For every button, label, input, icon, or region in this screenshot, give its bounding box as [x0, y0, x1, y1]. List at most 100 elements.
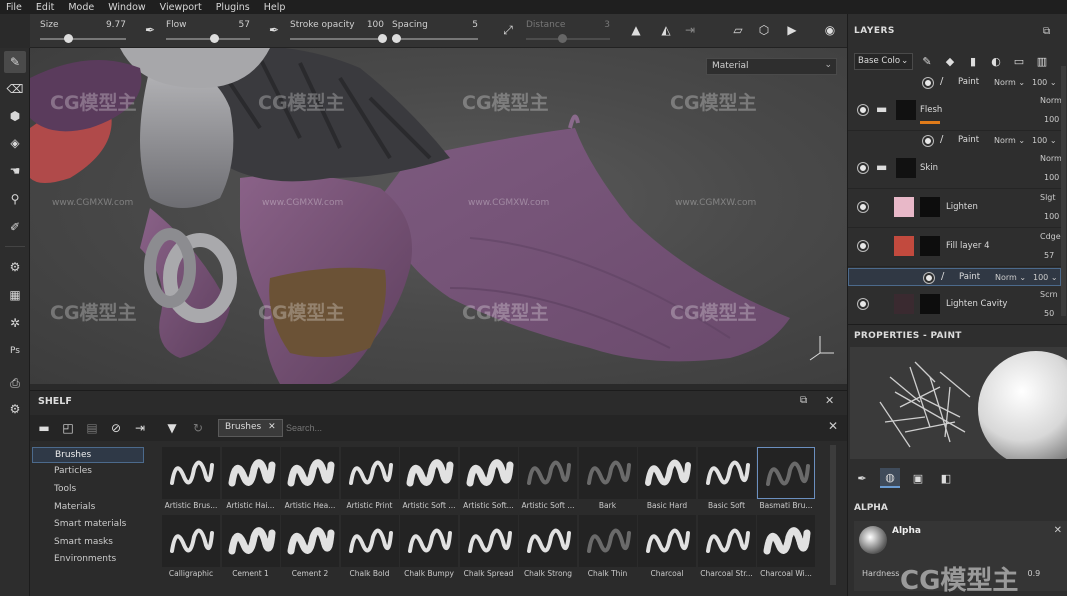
visibility-eye-icon[interactable]	[923, 136, 933, 146]
menu-file[interactable]: File	[6, 2, 22, 13]
stroke-opacity-track[interactable]	[290, 38, 384, 40]
channel-select[interactable]: Base Colo⌄	[854, 53, 913, 70]
cube-view-icon[interactable]: ⬡	[756, 22, 772, 38]
category-materials[interactable]: Materials	[54, 502, 95, 512]
flow-slider[interactable]: Flow 57	[166, 18, 250, 44]
menu-plugins[interactable]: Plugins	[216, 2, 250, 13]
layer-name[interactable]: Fill layer 4	[946, 241, 990, 251]
size-value[interactable]: 9.77	[106, 20, 126, 30]
brush-item[interactable]: Chalk Spread	[459, 515, 518, 578]
brush-item[interactable]: Charcoal Str...	[697, 515, 756, 578]
spacing-track[interactable]	[392, 38, 478, 40]
brush-item[interactable]: Cement 1	[221, 515, 280, 578]
layer-name[interactable]: Flesh	[920, 105, 942, 115]
new-item-icon[interactable]: ◰	[60, 420, 76, 436]
category-environments[interactable]: Environments	[54, 554, 116, 564]
stencil-tab-icon[interactable]: ▣	[908, 468, 928, 488]
visibility-eye-icon[interactable]	[858, 163, 868, 173]
projection-icon[interactable]: ⬢	[4, 105, 26, 127]
undock-icon[interactable]: ⧉	[1043, 26, 1050, 37]
brush-item[interactable]: Chalk Thin	[578, 515, 637, 578]
layer-name[interactable]: Lighten	[946, 202, 978, 212]
layer-name[interactable]: Lighten Cavity	[946, 299, 1007, 309]
pen-pressure-icon[interactable]: ✒	[142, 22, 158, 38]
stroke-opacity-value[interactable]: 100	[367, 20, 384, 30]
clone-stamp-icon[interactable]: ⚲	[4, 188, 26, 210]
brush-item[interactable]: Chalk Bumpy	[400, 515, 458, 578]
layer-row[interactable]: ▬ Skin Norm 100	[848, 151, 1062, 189]
visibility-eye-icon[interactable]	[858, 241, 868, 251]
paint-brush-icon[interactable]: ✎	[4, 51, 26, 73]
texture-set-icon[interactable]: ▦	[4, 284, 26, 306]
brush-item[interactable]: Basic Hard	[638, 447, 696, 510]
add-mask-icon[interactable]: ◐	[989, 54, 1003, 68]
add-fill-layer-icon[interactable]: ▮	[966, 54, 980, 68]
brush-item[interactable]: Bark	[578, 447, 637, 510]
distance-value[interactable]: 3	[604, 20, 610, 30]
layer-row[interactable]: ▬ Flesh Norm 100	[848, 93, 1062, 131]
clear-search-icon[interactable]: ✕	[828, 419, 838, 433]
brush-item[interactable]: Basic Soft	[697, 447, 756, 510]
layer-opacity[interactable]: 100	[1044, 173, 1059, 182]
color-picker-icon[interactable]: ✐	[4, 216, 26, 238]
brush-item[interactable]: Artistic Hai...	[221, 447, 280, 510]
bake-icon[interactable]: ✲	[4, 312, 26, 334]
layer-blend-mode[interactable]: Scrn	[1040, 290, 1058, 299]
size-track[interactable]	[40, 38, 126, 40]
brush-mask-icon[interactable]: ✎	[920, 54, 934, 68]
distance-knob[interactable]	[558, 34, 567, 43]
add-effect-icon[interactable]: ◆	[943, 54, 957, 68]
category-smart-masks[interactable]: Smart masks	[54, 537, 113, 547]
layer-blend-mode[interactable]: Norm	[1040, 96, 1062, 105]
layer-row[interactable]: Lighten Cavity Scrn 50	[848, 287, 1061, 325]
layer-opacity[interactable]: 100 ⌄	[1033, 273, 1058, 282]
brush-item[interactable]: Chalk Strong	[519, 515, 577, 578]
layer-opacity[interactable]: 100	[1044, 212, 1059, 221]
visibility-eye-icon[interactable]	[858, 299, 868, 309]
brush-item[interactable]: Cement 2	[281, 515, 339, 578]
size-knob[interactable]	[64, 34, 73, 43]
flow-knob[interactable]	[210, 34, 219, 43]
layer-blend-mode[interactable]: Norm ⌄	[994, 78, 1025, 87]
photoshop-export-icon[interactable]: Ps	[4, 340, 26, 362]
menu-edit[interactable]: Edit	[36, 2, 54, 13]
menu-mode[interactable]: Mode	[68, 2, 94, 13]
add-folder-icon[interactable]: ▭	[1012, 54, 1026, 68]
layers-scrollbar[interactable]	[1061, 66, 1066, 316]
shelf-scrollbar[interactable]	[830, 445, 836, 585]
layer-opacity[interactable]: 100	[1044, 115, 1059, 124]
lazy-mouse-icon[interactable]: ⤢	[500, 22, 516, 38]
brush-item[interactable]: Artistic Brus...	[162, 447, 220, 510]
display-settings-icon[interactable]: ⚙	[4, 256, 26, 278]
folder-icon[interactable]: ▬	[36, 420, 52, 436]
visibility-eye-icon[interactable]	[924, 273, 934, 283]
brush-item[interactable]: Calligraphic	[162, 515, 220, 578]
symmetry-icon[interactable]: ▲	[628, 22, 644, 38]
layer-blend-mode[interactable]: Norm ⌄	[995, 273, 1026, 282]
polygon-fill-icon[interactable]: ◈	[4, 132, 26, 154]
smudge-icon[interactable]: ☚	[4, 160, 26, 182]
visibility-eye-icon[interactable]	[923, 78, 933, 88]
spacing-value[interactable]: 5	[472, 20, 478, 30]
3d-viewport[interactable]: Material ⌄ CG模型主 CG模型主 CG模型主 CG模型主 www.C…	[30, 48, 847, 384]
material-tab-icon[interactable]: ◧	[936, 468, 956, 488]
brush-item[interactable]: Artistic Print	[340, 447, 399, 510]
video-icon[interactable]: ▶	[784, 22, 800, 38]
size-slider[interactable]: Size 9.77	[40, 18, 126, 44]
export-textures-icon[interactable]: ⎙	[4, 372, 26, 394]
alpha-tab-icon[interactable]: ◍	[880, 468, 900, 488]
shelf-filter-tag[interactable]: Brushes ✕	[218, 419, 283, 437]
brush-tab-icon[interactable]: ✒	[852, 468, 872, 488]
layer-blend-mode[interactable]: Norm	[1040, 154, 1062, 163]
layer-row[interactable]: Fill layer 4 Cdge 57	[848, 229, 1061, 267]
brush-item[interactable]: Chalk Bold	[340, 515, 399, 578]
symmetry-axis-icon[interactable]: ⇥	[682, 22, 698, 38]
layer-sub-row[interactable]: / Paint Norm ⌄ 100 ⌄	[848, 268, 1061, 286]
layer-opacity[interactable]: 50	[1044, 309, 1054, 318]
layer-blend-mode[interactable]: Norm ⌄	[994, 136, 1025, 145]
shelf-search-input[interactable]	[282, 419, 814, 437]
layer-opacity[interactable]: 100 ⌄	[1032, 136, 1057, 145]
brush-item[interactable]: Basmati Bru...	[757, 447, 815, 510]
menu-window[interactable]: Window	[108, 2, 145, 13]
refresh-icon[interactable]: ↻	[190, 420, 206, 436]
